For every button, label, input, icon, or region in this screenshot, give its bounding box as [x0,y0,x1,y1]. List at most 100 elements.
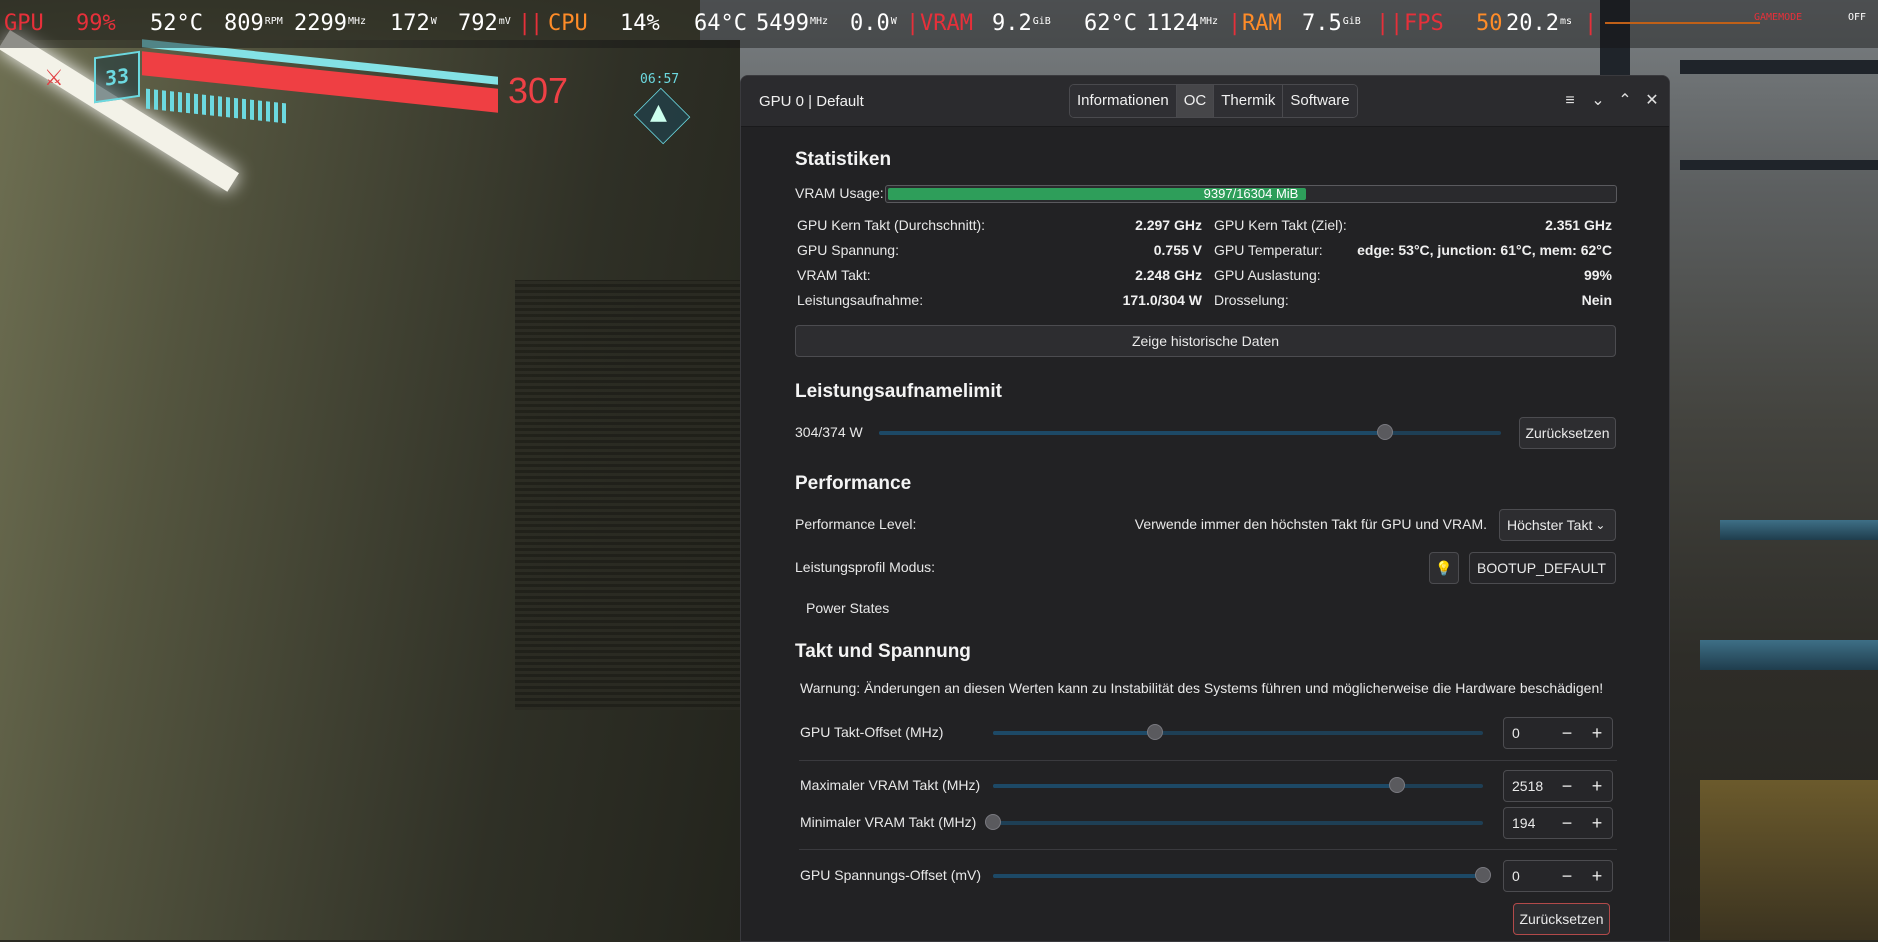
power-limit-value: 304/374 W [795,424,863,440]
stepper-value[interactable]: 2518 [1512,771,1543,801]
stat-label: VRAM Takt: [797,267,871,283]
minus-icon[interactable]: − [1554,808,1580,838]
stats-heading: Statistiken [795,149,892,170]
slider-fill [993,874,1483,878]
stepper-value[interactable]: 0 [1512,718,1520,748]
power-states-expander[interactable]: Power States [806,600,889,616]
oc-page: Statistiken VRAM Usage: 9397/16304 MiB G… [741,127,1669,941]
clocks-heading: Takt und Spannung [795,641,971,662]
overlay-separator: | [1376,11,1390,36]
stat-value: edge: 53°C, junction: 61°C, mem: 62°C [1357,242,1612,258]
minimize-icon[interactable]: ⌄ [1587,90,1609,112]
overlay-gpu-temp: 52°C [150,11,203,36]
overlay-gpu-power: 172W [390,11,437,36]
performance-level-dropdown[interactable]: Höchster Takt ⌄ [1499,509,1616,541]
background-beam [1680,60,1878,74]
background-blue-structure [1700,640,1878,670]
divider [799,760,1617,761]
power-reset-button[interactable]: Zurücksetzen [1519,417,1616,449]
vram-usage-label: VRAM Usage: [795,185,884,201]
window-titlebar[interactable]: GPU 0 | Default Informationen OC Thermik… [741,76,1669,127]
stat-value: 2.297 GHz [1135,217,1202,233]
tab-informationen[interactable]: Informationen [1070,85,1177,117]
stat-value: Nein [1581,292,1612,308]
vram-usage-bar: 9397/16304 MiB [885,185,1617,203]
stat-label: GPU Auslastung: [1214,267,1321,283]
voltage-offset-stepper[interactable]: 0 − + [1503,860,1613,892]
overlay-gpu-clock: 2299MHz [294,11,367,36]
power-profile-field[interactable]: BOOTUP_DEFAULT [1469,552,1616,584]
overlay-gpu-voltage: 792mV [458,11,511,36]
maximize-icon[interactable]: ⌃ [1614,90,1636,112]
tab-oc[interactable]: OC [1176,85,1215,117]
overlay-vram-clock: 1124MHz [1146,11,1219,36]
overlay-vram-temp: 62°C [1084,11,1137,36]
slider-knob[interactable] [1377,424,1393,440]
menu-icon[interactable]: ≡ [1559,90,1581,112]
plus-icon[interactable]: + [1584,771,1610,801]
tab-thermik[interactable]: Thermik [1214,85,1284,117]
power-limit-slider[interactable] [879,424,1501,440]
overlay-cpu-load: 14% [620,11,660,36]
overlay-separator: | [530,11,544,36]
slider-knob[interactable] [1147,724,1163,740]
stat-value: 99% [1583,267,1612,283]
slider-fill [993,784,1397,788]
plus-icon[interactable]: + [1584,808,1610,838]
max-vram-clock-slider[interactable] [993,777,1483,793]
voltage-offset-slider[interactable] [993,867,1491,883]
min-vram-clock-stepper[interactable]: 194 − + [1503,807,1613,839]
overlay-vram-used: 9.2GiB [992,11,1051,36]
performance-level-label: Performance Level: [795,516,917,532]
history-button[interactable]: Zeige historische Daten [795,325,1616,357]
tab-bar: Informationen OC Thermik Software [1069,84,1358,118]
lightbulb-icon[interactable]: 💡 [1429,552,1459,584]
overlay-ram-used: 7.5GiB [1302,11,1361,36]
window-title: GPU 0 | Default [759,93,864,110]
overlay-cpu-clock: 5499MHz [756,11,829,36]
stat-label: GPU Spannung: [797,242,899,258]
clock-row-label: Minimaler VRAM Takt (MHz) [800,814,977,830]
overlay-gpu-label: GPU [4,11,44,36]
slider-knob[interactable] [1389,777,1405,793]
tab-software[interactable]: Software [1283,85,1357,117]
gpu-clock-offset-stepper[interactable]: 0 − + [1503,717,1613,749]
slider-knob[interactable] [985,814,1001,830]
max-vram-clock-stepper[interactable]: 2518 − + [1503,770,1613,802]
background-beam [1680,160,1878,170]
overlay-cpu-label: CPU [548,11,588,36]
overlay-ram-label: RAM [1242,11,1282,36]
stat-label: Leistungsaufnahme: [797,292,924,308]
plus-icon[interactable]: + [1584,861,1610,891]
stat-value: 171.0/304 W [1122,292,1202,308]
performance-level-selected: Höchster Takt [1507,517,1593,533]
overlay-fps-label: FPS [1404,11,1444,36]
power-profile-label: Leistungsprofil Modus: [795,559,936,575]
stepper-value[interactable]: 194 [1512,808,1535,838]
minus-icon[interactable]: − [1554,771,1580,801]
status-effect-icon: ⚔ [44,66,64,91]
minus-icon[interactable]: − [1554,718,1580,748]
game-clock: 06:57 [640,72,680,87]
clock-row-label: GPU Takt-Offset (MHz) [800,724,944,740]
stat-label: GPU Kern Takt (Durchschnitt): [797,217,986,233]
plus-icon[interactable]: + [1584,718,1610,748]
clocks-warning: Warnung: Änderungen an diesen Werten kan… [800,680,1604,696]
gpu-clock-offset-slider[interactable] [993,724,1483,740]
clock-row-label: Maximaler VRAM Takt (MHz) [800,777,981,793]
vram-usage-text: 9397/16304 MiB [1203,186,1299,201]
objective-icon: ▲ [650,100,667,125]
background-blue-structure [1720,520,1878,540]
min-vram-clock-slider[interactable] [985,814,1483,830]
health-value: 307 [508,70,569,111]
stepper-value[interactable]: 0 [1512,861,1520,891]
stat-value: 2.351 GHz [1545,217,1612,233]
minus-icon[interactable]: − [1554,861,1580,891]
clock-row-label: GPU Spannungs-Offset (mV) [800,867,982,883]
clocks-reset-button[interactable]: Zurücksetzen [1513,903,1610,935]
slider-knob[interactable] [1475,867,1491,883]
overlay-frametime: 20.2ms [1506,11,1573,36]
stat-value: 0.755 V [1153,242,1202,258]
overlay-gamemode-value: OFF [1848,12,1867,23]
close-icon[interactable]: ✕ [1641,90,1663,112]
